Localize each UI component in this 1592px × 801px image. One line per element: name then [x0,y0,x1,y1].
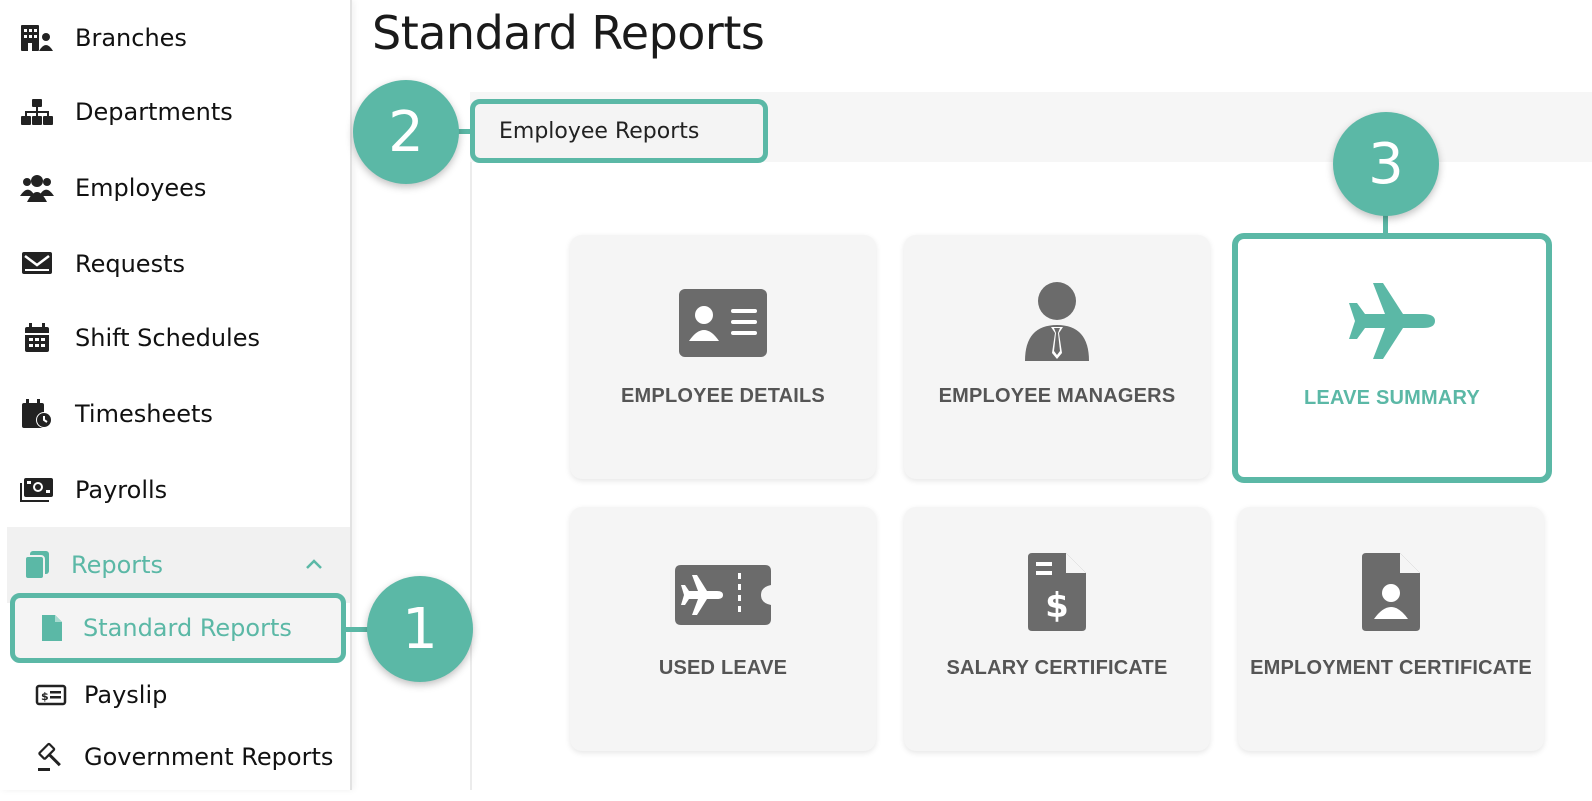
card-label: USED LEAVE [658,657,788,679]
report-card-employee-details[interactable]: EMPLOYEE DETAILS [570,235,876,479]
plane-ticket-icon [570,555,876,635]
tab-label: Employee Reports [499,118,700,144]
card-label: EMPLOYMENT CERTIFICATE [1250,657,1532,679]
report-card-employment-certificate[interactable]: EMPLOYMENT CERTIFICATE [1238,507,1544,751]
sidebar-item-label: Timesheets [75,400,213,428]
sidebar-item-employees[interactable]: Employees [0,158,350,218]
sidebar-item-label: Branches [75,24,187,52]
id-card-icon [570,283,876,363]
sidebar-item-branches[interactable]: Branches [0,8,350,68]
report-card-used-leave[interactable]: USED LEAVE [570,507,876,751]
app-root: Branches Departments Employees Requests … [0,0,1592,801]
sidebar-subitem-label: Standard Reports [83,614,292,642]
sidebar-item-shift-schedules[interactable]: Shift Schedules [0,308,350,368]
sidebar-subitem-standard-reports[interactable]: Standard Reports [10,593,346,663]
card-label: EMPLOYEE MANAGERS [938,385,1176,407]
step-1-badge: 1 [367,576,473,682]
calendar-clock-icon [20,397,54,431]
building-user-icon [20,21,54,55]
users-icon [20,171,54,205]
sitemap-icon [20,95,54,129]
user-tie-icon [904,281,1210,361]
file-user-icon [1238,553,1544,633]
sidebar-subitem-label: Government Reports [84,743,334,771]
sidebar-subitem-government-reports[interactable]: Government Reports [0,729,350,785]
sidebar-group-label: Reports [71,551,164,579]
svg-text:$: $ [41,690,49,703]
file-invoice-dollar-icon: $ [904,553,1210,633]
page-title: Standard Reports [372,6,765,60]
gavel-icon [34,740,68,774]
envelope-open-icon [20,247,54,281]
sidebar-item-requests[interactable]: Requests [0,234,350,294]
sidebar-item-timesheets[interactable]: Timesheets [0,384,350,444]
calendar-icon [20,321,54,355]
file-icon [35,611,69,645]
sidebar-group-reports[interactable]: Reports [7,527,350,603]
tab-employee-reports[interactable]: Employee Reports [470,99,768,163]
card-label: LEAVE SUMMARY [1304,387,1480,409]
step-3-badge: 3 [1333,112,1439,216]
svg-text:$: $ [1045,586,1069,626]
sidebar-item-label: Requests [75,250,185,278]
sidebar-subitem-payslip[interactable]: $ Payslip [0,667,350,723]
step-2-badge: 2 [353,80,459,184]
sidebar-item-label: Departments [75,98,233,126]
card-label: SALARY CERTIFICATE [946,657,1168,679]
report-card-leave-summary[interactable]: LEAVE SUMMARY [1232,233,1552,483]
report-card-employee-managers[interactable]: EMPLOYEE MANAGERS [904,235,1210,479]
sidebar-subitem-label: Payslip [84,681,168,709]
sidebar-item-departments[interactable]: Departments [0,82,350,142]
sidebar-item-label: Employees [75,174,207,202]
step-2-connector [458,129,474,134]
sidebar-item-label: Shift Schedules [75,324,260,352]
report-card-salary-certificate[interactable]: $ SALARY CERTIFICATE [904,507,1210,751]
chevron-up-icon[interactable] [304,555,324,575]
card-label: EMPLOYEE DETAILS [621,385,825,407]
money-bill-icon [20,473,54,507]
sidebar-item-label: Payrolls [75,476,168,504]
plane-icon [1238,281,1546,361]
sidebar: Branches Departments Employees Requests … [0,0,352,790]
money-check-icon: $ [34,678,68,712]
sidebar-item-payrolls[interactable]: Payrolls [0,460,350,520]
copy-icon [20,548,54,582]
